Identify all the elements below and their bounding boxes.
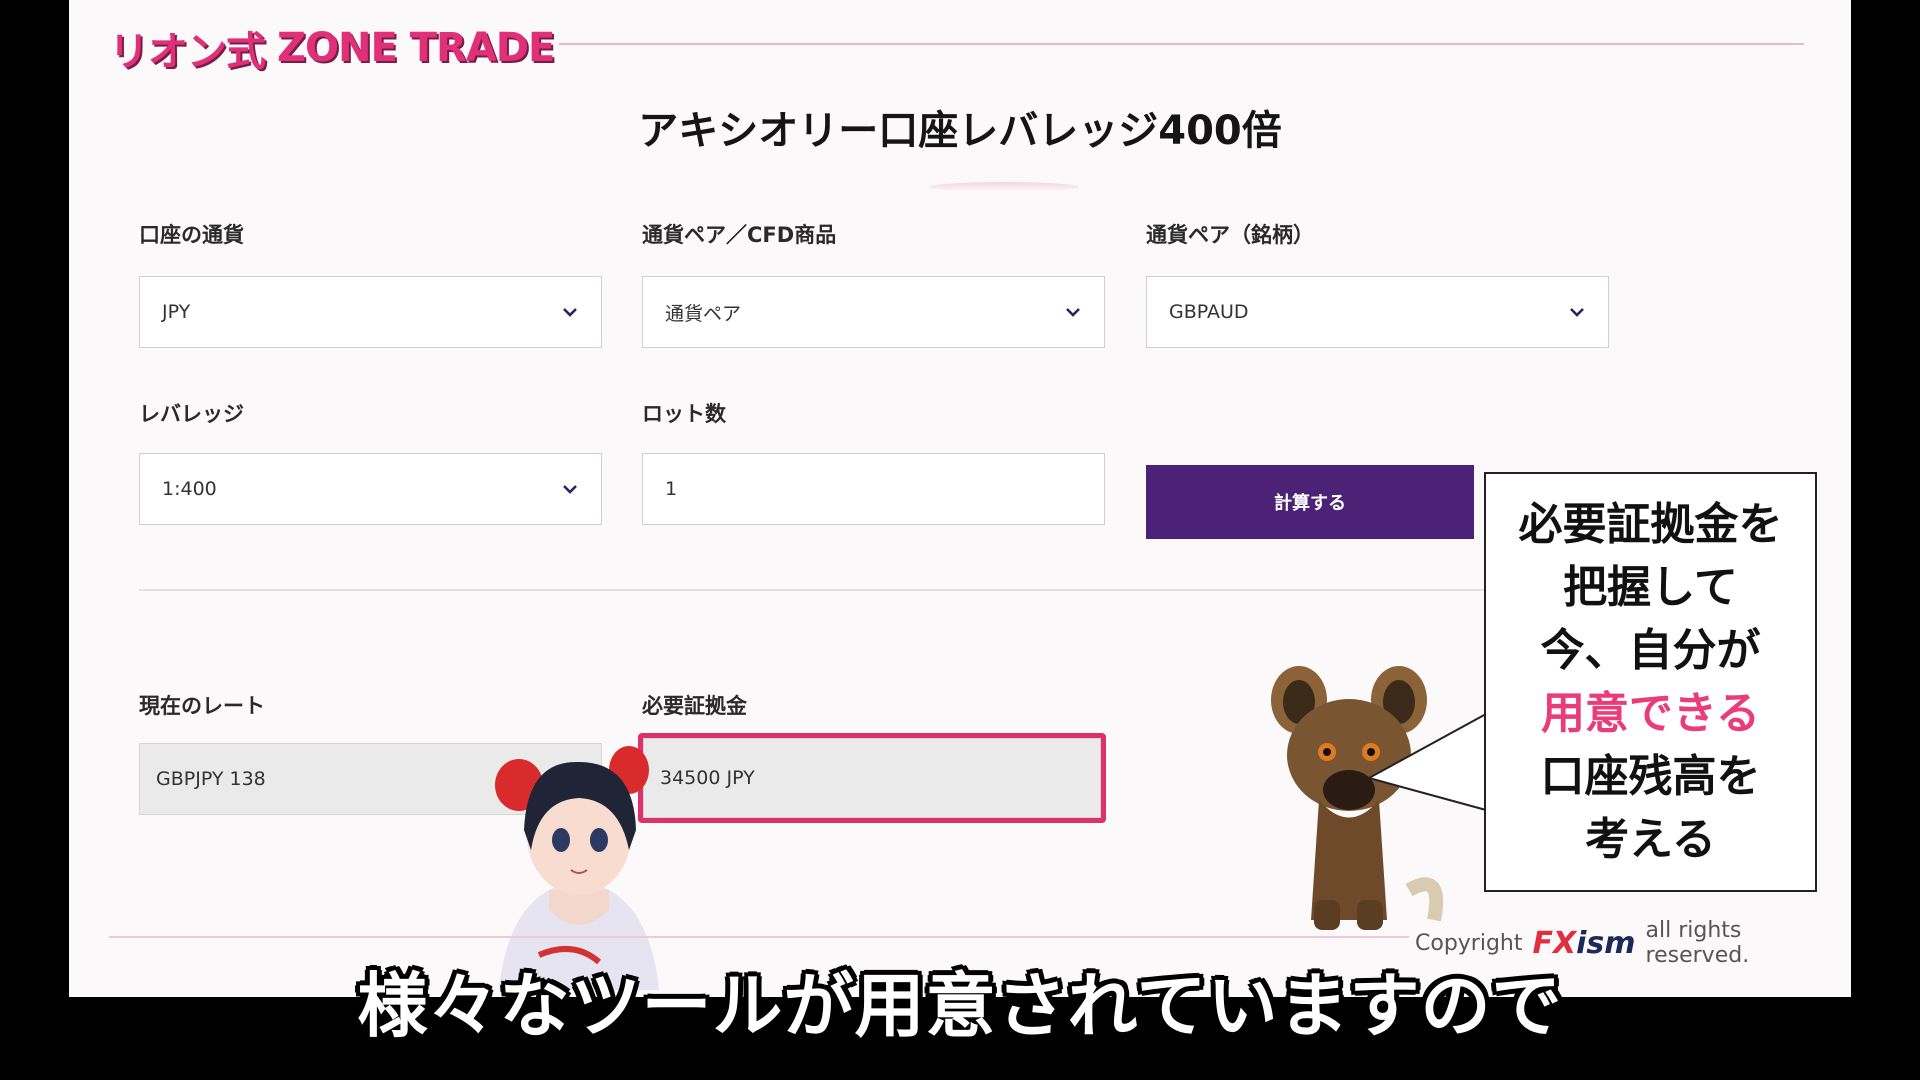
symbol-select[interactable]: GBPAUD (1146, 276, 1609, 348)
video-subtitle: 様々なツールが用意されていますので (357, 965, 1563, 1047)
chevron-down-icon (563, 485, 577, 494)
required-margin-label: 必要証拠金 (642, 694, 747, 718)
lots-value: 1 (665, 478, 678, 500)
current-rate-value: GBPJPY 138 (156, 768, 266, 790)
symbol-label: 通貨ペア（銘柄） (1146, 223, 1314, 247)
logo-en-text: ZONE TRADE (277, 25, 555, 71)
account-currency-label: 口座の通貨 (139, 223, 244, 247)
header-divider (559, 43, 1804, 45)
leverage-label: レバレッジ (139, 402, 244, 426)
bubble-line-2: 把握して (1563, 562, 1738, 613)
leverage-value: 1:400 (162, 478, 217, 500)
account-currency-value: JPY (162, 301, 191, 323)
speech-bubble-tail (1367, 713, 1487, 811)
bubble-line-6: 考える (1585, 814, 1716, 865)
product-type-label: 通貨ペア／CFD商品 (642, 223, 837, 247)
page-title: アキシオリー口座レバレッジ400倍 (638, 108, 1282, 154)
speech-bubble: 必要証拠金を 把握して 今、自分が 用意できる 口座残高を 考える (1484, 472, 1817, 892)
chevron-down-icon (1570, 308, 1584, 317)
symbol-value: GBPAUD (1169, 301, 1249, 323)
bubble-line-4: 用意できる (1540, 688, 1761, 739)
account-currency-select[interactable]: JPY (139, 276, 602, 348)
bubble-line-1: 必要証拠金を (1518, 499, 1783, 550)
required-margin-highlight (638, 733, 1106, 823)
title-decoration (929, 182, 1079, 192)
product-type-value: 通貨ペア (665, 302, 742, 325)
section-divider (139, 589, 1549, 591)
logo-jp-text: リオン式 (109, 29, 266, 75)
bubble-line-3: 今、自分が (1540, 625, 1761, 676)
slide-canvas: リオン式 ZONE TRADE アキシオリー口座レバレッジ400倍 口座の通貨 … (69, 0, 1851, 997)
bubble-line-5: 口座残高を (1540, 751, 1761, 802)
product-type-select[interactable]: 通貨ペア (642, 276, 1105, 348)
lots-label: ロット数 (642, 402, 726, 426)
current-rate-label: 現在のレート (139, 694, 265, 718)
chevron-down-icon (563, 308, 577, 317)
chevron-down-icon (1066, 308, 1080, 317)
footer-divider (109, 936, 1409, 938)
zone-trade-logo: リオン式 ZONE TRADE (109, 22, 555, 75)
calculate-button[interactable]: 計算する (1146, 465, 1474, 539)
leverage-select[interactable]: 1:400 (139, 453, 602, 525)
lots-input[interactable]: 1 (642, 453, 1105, 525)
